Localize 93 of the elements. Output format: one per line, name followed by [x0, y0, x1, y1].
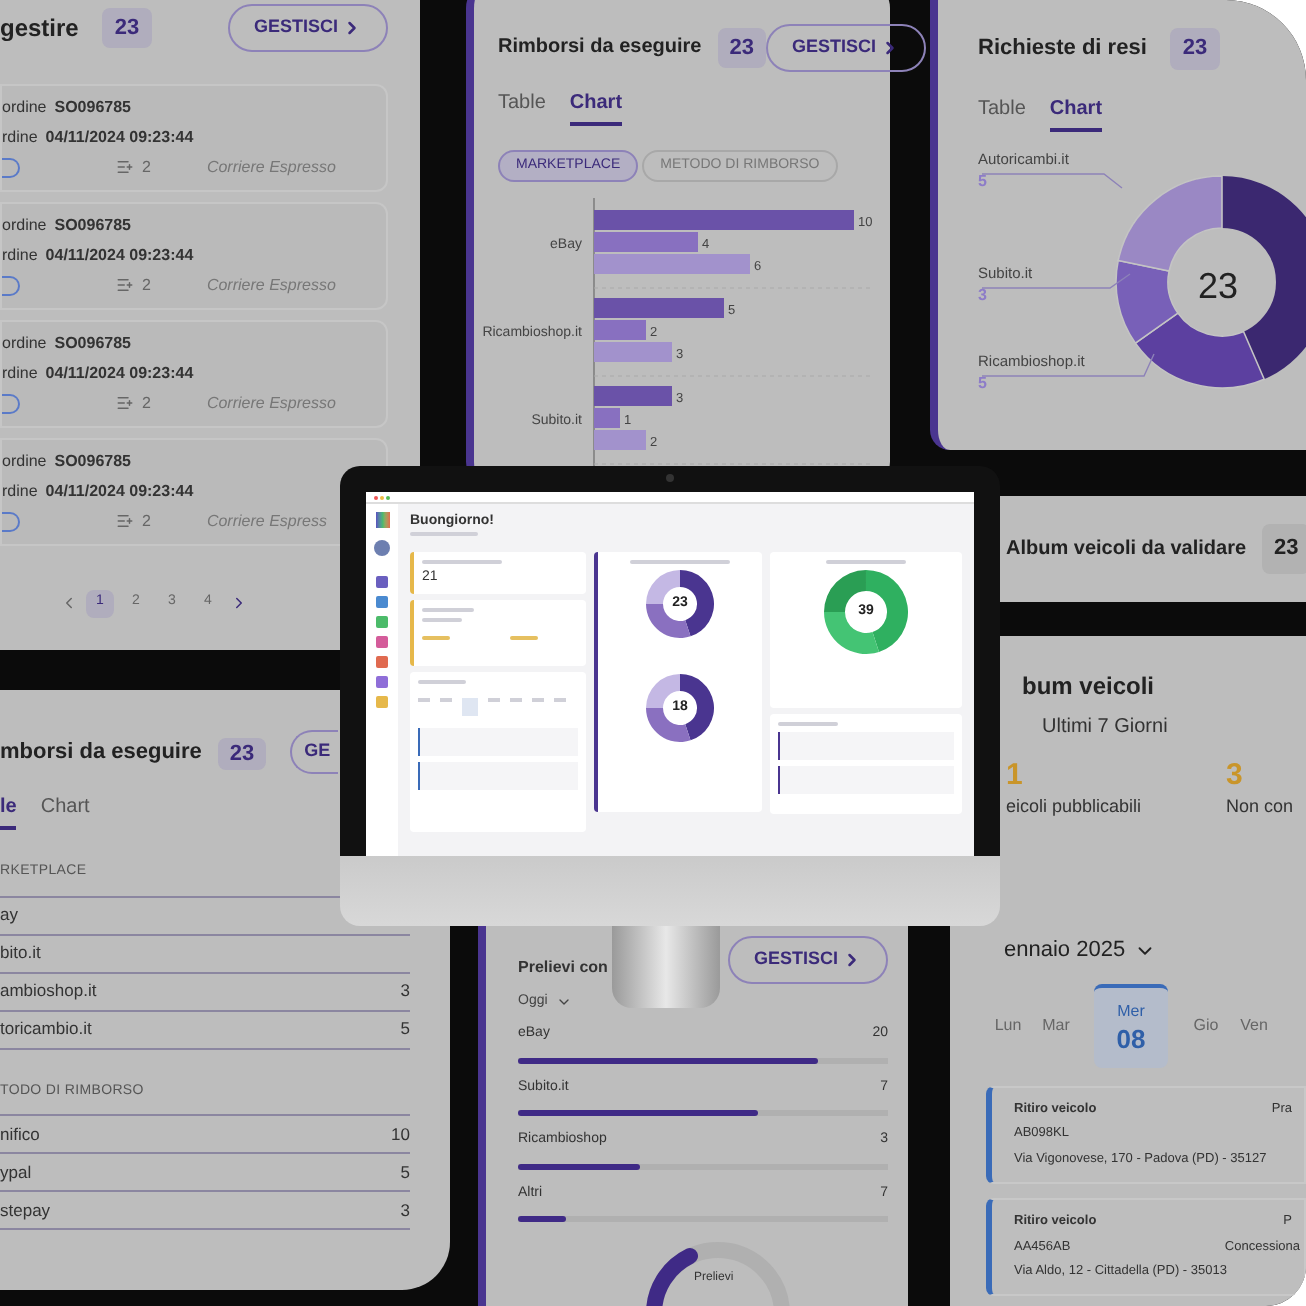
- donut-drawing: [824, 570, 908, 654]
- count-badge: 23: [102, 7, 152, 48]
- day-tab[interactable]: Mer 08: [1094, 983, 1168, 1067]
- legend-value: 5: [978, 371, 987, 393]
- stat-label: eicoli pubblicabili: [1006, 794, 1144, 820]
- order-date: 04/11/2024 09:23:44: [45, 243, 194, 267]
- order-label: ordine: [2, 331, 47, 355]
- donut-total: 23: [1198, 263, 1239, 309]
- row-value: 5: [400, 1016, 410, 1042]
- chevron-right-icon: [342, 17, 362, 38]
- stat-value: 1: [1006, 758, 1025, 794]
- date-label: rdine: [2, 361, 38, 385]
- date-label: rdine: [2, 125, 38, 149]
- card-title: Richieste di resi: [978, 34, 1147, 64]
- chevron-left-icon[interactable]: [60, 594, 78, 612]
- day-tab[interactable]: Ven: [1230, 1013, 1278, 1037]
- list-icon: [116, 276, 134, 294]
- leader-line: [981, 172, 1123, 188]
- order-date: 04/11/2024 09:23:44: [45, 479, 194, 503]
- card-title: gestire: [0, 11, 79, 46]
- carrier-name: Corriere Espresso: [206, 391, 336, 415]
- row-name: ypal: [0, 1159, 32, 1185]
- carrier-name: Corriere Espresso: [206, 273, 336, 297]
- legend-value: 5: [978, 169, 987, 191]
- count-badge: 23: [1170, 28, 1220, 69]
- camera-icon: [666, 474, 674, 482]
- card-subtitle: Ultimi 7 Giorni: [1042, 714, 1170, 742]
- manage-button[interactable]: GESTISCI: [227, 4, 388, 51]
- manage-button[interactable]: GESTISCI: [727, 936, 888, 983]
- avatar: [374, 540, 390, 556]
- day-tab[interactable]: Gio: [1182, 1013, 1230, 1037]
- card-title: Rimborsi da eseguire: [498, 34, 702, 63]
- tab[interactable]: Chart: [1049, 93, 1103, 131]
- order-label: ordine: [2, 449, 47, 473]
- order-date: 04/11/2024 09:23:44: [45, 361, 194, 385]
- day-tab[interactable]: Mar: [1032, 1013, 1080, 1037]
- tab[interactable]: Table: [498, 87, 546, 125]
- status-pill: [2, 393, 20, 413]
- order-number: SO096785: [54, 95, 132, 119]
- status-pill: [2, 275, 20, 295]
- row-value: 5: [400, 1159, 410, 1185]
- card-title: mborsi da eseguire: [0, 737, 202, 768]
- row-name: nifico: [0, 1121, 40, 1147]
- tab[interactable]: Table: [978, 93, 1026, 131]
- count-badge: 23: [1262, 524, 1306, 574]
- order-number: SO096785: [54, 331, 132, 355]
- row-value: 3: [400, 1197, 410, 1223]
- item-count: 2: [142, 273, 151, 297]
- count-badge: 23: [717, 27, 766, 68]
- monitor-stand: [612, 924, 720, 1008]
- manage-button[interactable]: GESTISCI: [765, 24, 926, 71]
- logo-icon: [375, 512, 389, 528]
- month-selector[interactable]: ennaio 2025: [1004, 934, 1156, 967]
- item-count: 2: [142, 391, 151, 415]
- carrier-name: Corriere Espress: [206, 509, 327, 533]
- order-label: ordine: [2, 95, 47, 119]
- date-label: rdine: [2, 243, 38, 267]
- row-name: ambioshop.it: [0, 978, 97, 1004]
- stat-label: Non con: [1226, 794, 1294, 820]
- row-name: stepay: [0, 1197, 51, 1223]
- list-icon: [116, 158, 134, 176]
- day-tab[interactable]: Lun: [984, 1013, 1032, 1037]
- item-count: 2: [142, 155, 151, 179]
- order-number: SO096785: [54, 449, 132, 473]
- card-title: bum veicoli: [1022, 670, 1157, 704]
- status-pill: [2, 157, 20, 177]
- order-number: SO096785: [54, 213, 132, 237]
- tab[interactable]: Chart: [40, 792, 90, 830]
- tab[interactable]: le: [0, 792, 17, 830]
- row-value: 3: [400, 978, 410, 1004]
- chevron-right-icon: [842, 949, 862, 970]
- count-badge: 23: [217, 738, 267, 770]
- card-title: Prelievi con: [518, 955, 608, 980]
- tab[interactable]: Chart: [569, 87, 623, 125]
- legend-value: 3: [978, 283, 987, 305]
- item-count: 2: [142, 509, 151, 533]
- donut-drawing: [646, 674, 714, 742]
- card-title: Album veicoli da validare: [1006, 536, 1247, 564]
- row-name: ay: [0, 902, 18, 928]
- row-name: bito.it: [0, 940, 41, 966]
- status-pill: [2, 511, 20, 531]
- row-value: 10: [391, 1121, 410, 1147]
- chevron-right-icon[interactable]: [230, 594, 248, 612]
- row-name: toricambio.it: [0, 1016, 92, 1042]
- list-icon: [116, 394, 134, 412]
- order-date: 04/11/2024 09:23:44: [45, 125, 194, 149]
- date-label: rdine: [2, 479, 38, 503]
- list-icon: [116, 512, 134, 530]
- manage-button[interactable]: GE: [290, 730, 339, 774]
- order-label: ordine: [2, 213, 47, 237]
- stat-value: 3: [1226, 758, 1245, 794]
- carrier-name: Corriere Espresso: [206, 155, 336, 179]
- donut-drawing: [646, 570, 714, 638]
